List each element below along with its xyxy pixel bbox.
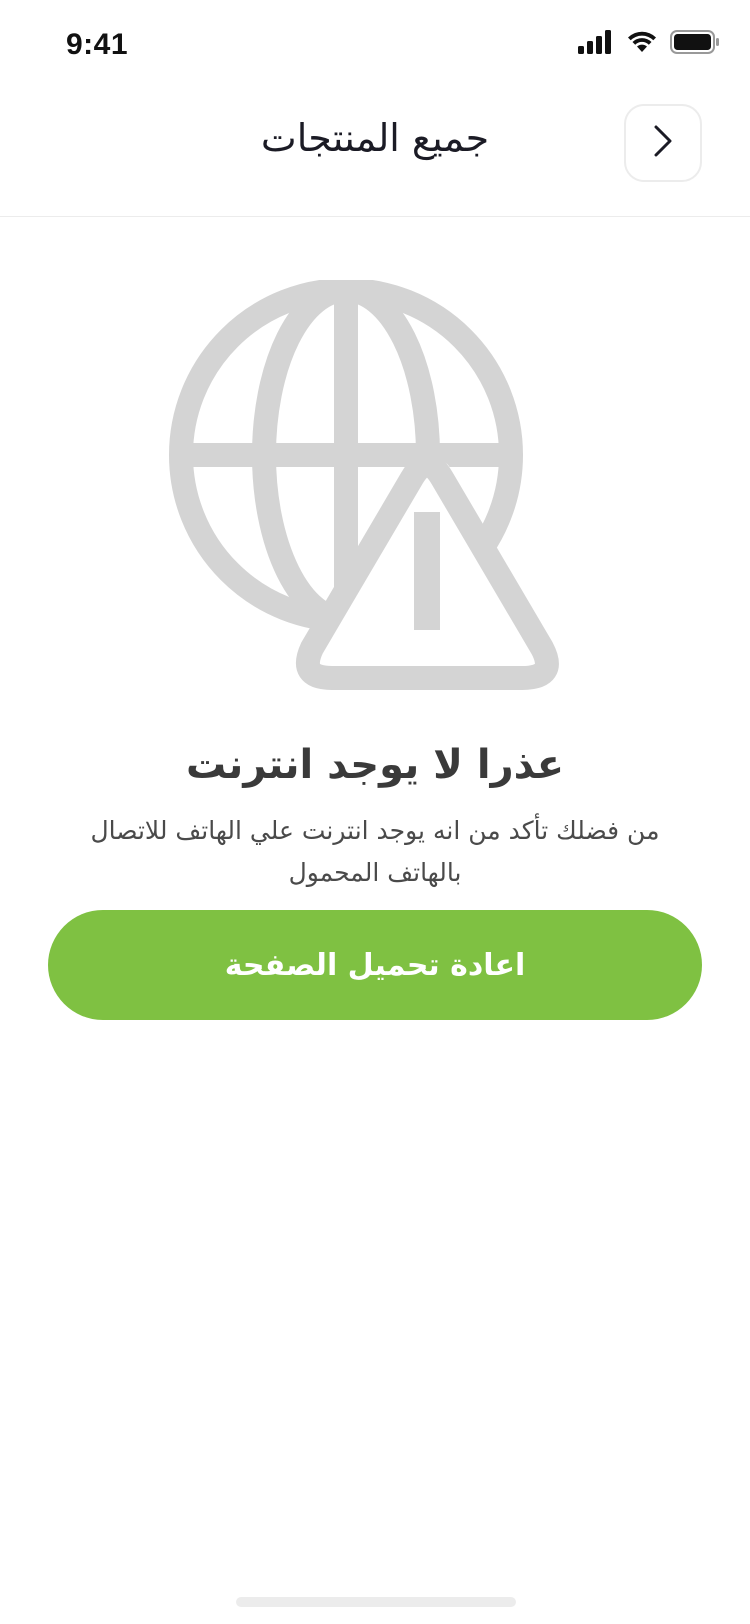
status-bar: 9:41: [0, 0, 750, 96]
reload-button[interactable]: اعادة تحميل الصفحة: [48, 910, 702, 1020]
status-time: 9:41: [66, 28, 129, 61]
page-title: جميع المنتجات: [260, 116, 490, 160]
cellular-signal-icon: [578, 30, 614, 54]
wifi-icon: [626, 30, 658, 54]
globe-warning-icon: [160, 280, 590, 710]
status-icons: [578, 30, 720, 54]
error-title: عذرا لا يوجد انترنت: [185, 742, 565, 788]
home-indicator: [236, 1597, 516, 1607]
error-message: من فضلك تأكد من انه يوجد انترنت علي الها…: [90, 816, 660, 887]
header: جميع المنتجات: [0, 96, 750, 217]
battery-icon: [670, 30, 720, 54]
